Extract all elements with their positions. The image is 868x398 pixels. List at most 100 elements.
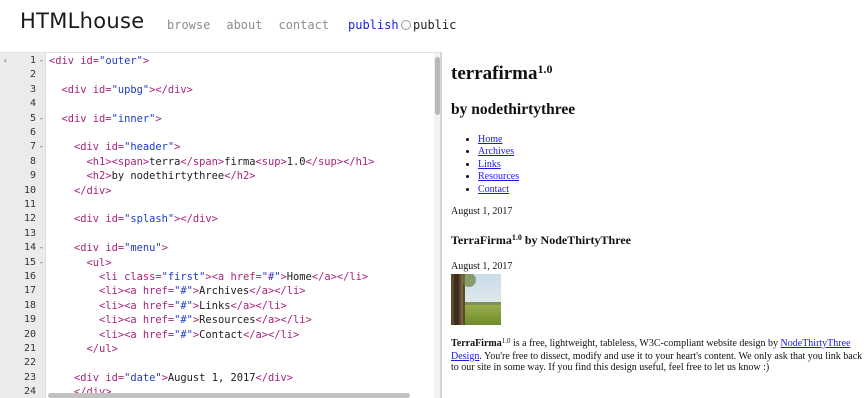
code-token: "splash": [124, 213, 175, 226]
code-line[interactable]: <div id="upbg"></div>: [49, 83, 193, 97]
para-bold-name: TerraFirma: [451, 338, 502, 349]
menu-link-contact[interactable]: Contact: [478, 184, 509, 195]
gutter-row: 12: [0, 212, 46, 226]
public-radio[interactable]: [401, 20, 411, 30]
line-number: 22: [23, 357, 36, 369]
code-token: href=: [142, 314, 175, 327]
line-number: 8: [29, 155, 36, 167]
preview-pane: terrafirma1.0 by nodethirtythree Home Ar…: [442, 52, 868, 398]
gutter-row: 11: [0, 198, 46, 212]
code-token: <li><a: [99, 314, 143, 327]
gutter-row: 9: [0, 169, 46, 183]
line-number: 12: [23, 213, 36, 225]
code-line[interactable]: <li><a href="#">Links</a></li>: [49, 299, 287, 313]
code-token: </a></li>: [249, 285, 306, 298]
code-token: </div>: [74, 184, 112, 197]
public-option[interactable]: public: [401, 18, 456, 32]
code-line[interactable]: <div id="header">: [49, 140, 180, 154]
code-token: "date": [124, 371, 162, 384]
code-token: </a></li>: [230, 299, 287, 312]
code-token: Archives: [199, 285, 250, 298]
gutter-row: 8: [0, 155, 46, 169]
code-line[interactable]: <li><a href="#">Resources</a></li>: [49, 313, 312, 327]
landscape-thumbnail-image: [451, 274, 501, 325]
editor-horizontal-scrollbar[interactable]: [48, 393, 410, 398]
code-token: <h2>: [86, 170, 112, 183]
line-number: 17: [23, 285, 36, 297]
code-token: "inner": [111, 112, 156, 125]
code-token: <div: [61, 112, 93, 125]
gutter-row: 15-: [0, 256, 46, 270]
code-token: <li><a: [99, 328, 143, 341]
code-token: ><a: [205, 271, 231, 283]
code-token: "outer": [99, 55, 143, 67]
gutter-row: 18: [0, 299, 46, 313]
code-token: >: [155, 112, 162, 125]
code-token: Contact: [199, 328, 243, 341]
code-line[interactable]: <div id="inner">: [49, 112, 162, 126]
code-line[interactable]: <li><a href="#">Archives</a></li>: [49, 284, 306, 298]
fold-toggle-icon[interactable]: -: [39, 241, 44, 255]
code-line[interactable]: <h1><span>terra</span>firma<sup>1.0</sup…: [49, 155, 375, 169]
collapse-arrow-icon[interactable]: ‹: [3, 54, 8, 68]
code-line[interactable]: <li><a href="#">Contact</a></li>: [49, 328, 299, 342]
line-number: 7: [29, 141, 36, 153]
code-line[interactable]: </ul>: [49, 342, 118, 356]
fold-toggle-icon[interactable]: -: [39, 140, 44, 154]
nav-contact[interactable]: contact: [278, 18, 329, 32]
menu-link-home[interactable]: Home: [478, 134, 502, 145]
code-line[interactable]: <div id="splash"></div>: [49, 212, 218, 226]
menu-link-resources[interactable]: Resources: [478, 171, 519, 182]
code-token: <div: [49, 55, 81, 67]
nav-browse[interactable]: browse: [167, 18, 210, 32]
code-line[interactable]: <div id="menu">: [49, 241, 168, 255]
code-token: "#": [174, 314, 193, 327]
code-line[interactable]: <li class="first"><a href="#">Home</a></…: [49, 270, 368, 284]
menu-link-links[interactable]: Links: [478, 159, 501, 170]
publish-button[interactable]: publish: [348, 18, 399, 32]
code-token: </a></li>: [311, 271, 369, 283]
preview-subtitle: by nodethirtythree: [451, 101, 576, 118]
line-number: 6: [29, 127, 36, 138]
fold-toggle-icon[interactable]: -: [39, 112, 44, 126]
fold-toggle-icon[interactable]: -: [39, 256, 44, 270]
code-line[interactable]: <div id="outer">: [49, 54, 149, 68]
code-token: firma: [224, 155, 256, 168]
gutter-row: 3: [0, 83, 46, 97]
code-token: id=: [105, 141, 125, 154]
fold-toggle-icon[interactable]: -: [39, 54, 44, 68]
code-token: "first": [161, 271, 206, 283]
code-area[interactable]: <div id="outer"> <div id="upbg"></div> <…: [46, 53, 430, 398]
brand-logo[interactable]: HTMLhouse: [20, 9, 144, 33]
menu-link-archives[interactable]: Archives: [478, 146, 514, 157]
code-token: <div: [74, 141, 106, 154]
code-token: <div: [74, 213, 106, 226]
code-token: <ul>: [86, 256, 112, 269]
code-token: >: [142, 55, 150, 67]
post-title-author: by NodeThirtyThree: [521, 233, 631, 247]
code-token: <li><a: [99, 285, 143, 298]
code-line[interactable]: <h2>by nodethirtythree</h2>: [49, 169, 256, 183]
code-line[interactable]: <div id="date">August 1, 2017</div>: [49, 371, 293, 385]
code-token: Resources: [199, 314, 256, 327]
nav-about[interactable]: about: [226, 18, 262, 32]
code-token: "menu": [124, 242, 162, 255]
code-line[interactable]: <ul>: [49, 256, 112, 270]
code-token: </ul>: [86, 343, 118, 355]
gutter-row: 23: [0, 371, 46, 385]
code-token: </h2>: [224, 170, 256, 183]
code-token: "#": [261, 271, 281, 283]
code-token: Home: [286, 271, 312, 283]
code-token: "#": [174, 328, 193, 341]
code-token: href=: [230, 271, 262, 283]
code-editor[interactable]: ‹ 1-2 3 4 5-6 7-8 9 10 11 12 13 14-15-16 17 18 19 20 21 2…: [0, 52, 440, 398]
line-number: 9: [29, 170, 36, 182]
preview-menu: Home Archives Links Resources Contact: [478, 134, 519, 196]
line-number: 15: [23, 256, 36, 268]
code-line[interactable]: </div>: [49, 184, 112, 198]
